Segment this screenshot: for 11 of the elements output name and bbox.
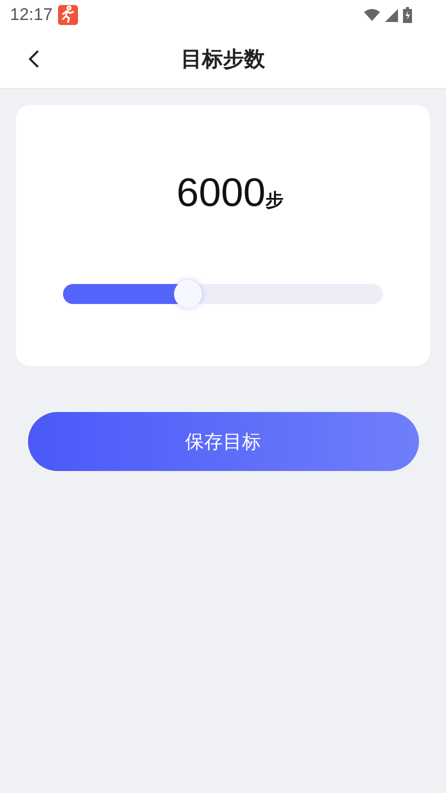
page-title: 目标步数	[181, 46, 265, 73]
save-goal-button[interactable]: 保存目标	[28, 412, 418, 471]
status-time: 12:17	[10, 5, 53, 25]
step-count: 6000	[176, 171, 266, 216]
step-unit: 步	[265, 189, 284, 212]
battery-icon	[403, 7, 412, 23]
signal-icon	[385, 8, 398, 22]
wifi-icon	[364, 9, 380, 21]
back-icon[interactable]	[28, 49, 40, 69]
runner-app-icon	[58, 5, 78, 25]
slider-thumb[interactable]	[174, 280, 202, 308]
